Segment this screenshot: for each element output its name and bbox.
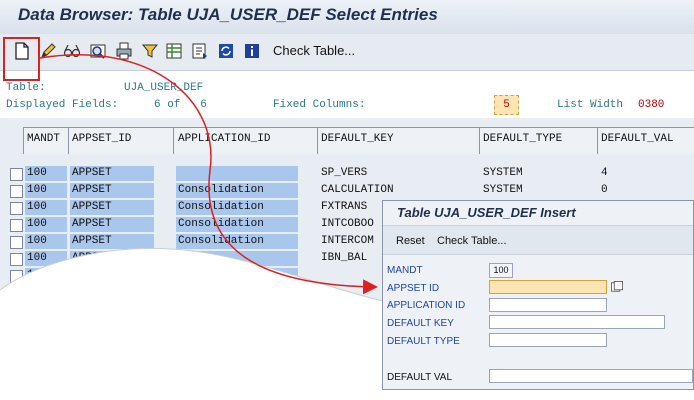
column-header-label: APPSET_ID <box>72 133 132 145</box>
table-cell[interactable]: APPSET <box>70 183 154 198</box>
table-cell[interactable]: SYSTEM <box>481 183 523 198</box>
print-icon[interactable] <box>114 41 134 61</box>
info-icon[interactable] <box>242 41 262 61</box>
table-label: Table: <box>6 82 46 94</box>
list-width-value: 0380 <box>638 99 665 111</box>
fixed-columns-input[interactable]: 5 <box>494 95 519 115</box>
table-name: UJA_USER_DEF <box>124 82 204 94</box>
insert-dialog: Table UJA_USER_DEF Insert Reset Check Ta… <box>382 200 694 390</box>
edit-pencil-icon[interactable] <box>38 41 58 61</box>
appset-id-label: APPSET ID <box>387 283 440 294</box>
refresh-icon[interactable] <box>216 41 236 61</box>
row-checkbox[interactable] <box>10 202 23 215</box>
column-header-label: DEFAULT_TYPE <box>483 133 563 145</box>
reset-button[interactable]: Reset <box>396 235 425 247</box>
mandt-label: MANDT <box>387 265 423 276</box>
table-cell[interactable]: SYSTEM <box>481 166 523 181</box>
table-cell[interactable]: 100 <box>25 166 67 181</box>
mandt-field: 100 <box>489 263 513 278</box>
displayed-fields-label: Displayed Fields: <box>6 99 119 111</box>
fixed-columns-label: Fixed Columns: <box>273 99 366 111</box>
table-cell[interactable]: FXTRANS <box>319 200 367 215</box>
default-val-label: DEFAULT VAL <box>387 372 453 383</box>
default-type-label: DEFAULT TYPE <box>387 336 460 347</box>
table-cell[interactable]: 0 <box>599 183 608 198</box>
find-binoculars-icon[interactable] <box>88 41 108 61</box>
row-checkbox[interactable] <box>10 185 23 198</box>
insert-dialog-toolbar: Reset Check Table... <box>383 225 693 255</box>
glasses-display-icon[interactable] <box>62 41 82 61</box>
spreadsheet-icon[interactable] <box>164 41 184 61</box>
appset-id-field[interactable] <box>489 280 607 294</box>
window-title: Data Browser: Table UJA_USER_DEF Select … <box>18 5 438 24</box>
default-key-label: DEFAULT KEY <box>387 318 454 329</box>
row-checkbox[interactable] <box>10 168 23 181</box>
filter-icon[interactable] <box>140 41 160 61</box>
application-id-field[interactable] <box>489 298 607 312</box>
table-cell[interactable]: 100 <box>25 183 67 198</box>
default-type-field[interactable] <box>489 333 607 347</box>
table-cell[interactable]: APPSET <box>70 166 154 181</box>
check-table-button[interactable]: Check Table... <box>437 235 507 247</box>
table-cell[interactable]: SP_VERS <box>319 166 367 181</box>
check-table-button[interactable]: Check Table... <box>273 43 355 58</box>
table-cell[interactable]: Consolidation <box>176 183 298 198</box>
title-bar: Data Browser: Table UJA_USER_DEF Select … <box>0 0 694 35</box>
table-cell[interactable] <box>176 166 298 181</box>
new-entry-highlight <box>3 37 40 81</box>
table-cell[interactable]: 4 <box>599 166 608 181</box>
export-icon[interactable] <box>190 41 210 61</box>
value-help-icon[interactable] <box>610 280 624 294</box>
insert-dialog-title: Table UJA_USER_DEF Insert <box>397 205 576 220</box>
column-header-label: DEFAULT_KEY <box>321 133 394 145</box>
list-width-label: List Width <box>557 99 624 111</box>
table-cell[interactable]: CALCULATION <box>319 183 394 198</box>
table-cell[interactable]: 100 <box>25 200 67 215</box>
table-cell[interactable]: Consolidation <box>176 200 298 215</box>
default-val-field[interactable] <box>489 369 693 383</box>
column-header-label: MANDT <box>27 133 61 145</box>
displayed-fields-value: 6 of 6 <box>154 99 207 111</box>
torn-edge-overlay <box>0 247 400 400</box>
default-key-field[interactable] <box>489 315 665 329</box>
column-header-label: APPLICATION_ID <box>178 133 271 145</box>
table-cell[interactable]: APPSET <box>70 200 154 215</box>
application-id-label: APPLICATION ID <box>387 300 466 311</box>
application-toolbar: Check Table... <box>0 34 694 71</box>
column-header-label: DEFAULT_VAL <box>601 133 674 145</box>
